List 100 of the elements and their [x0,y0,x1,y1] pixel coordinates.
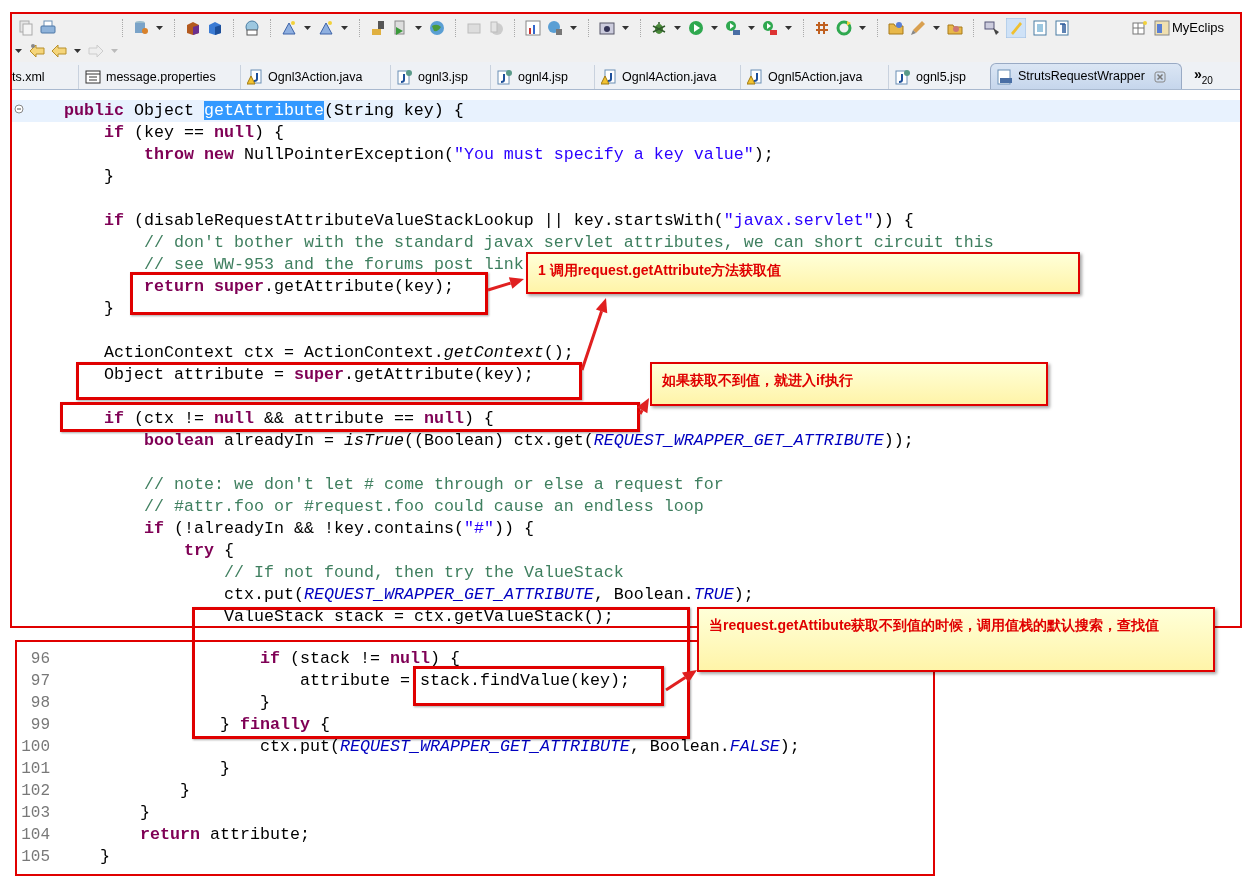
dropdown-caret-icon[interactable] [569,24,578,32]
refresh-icon[interactable] [836,20,852,36]
line-number: 102 [20,781,50,802]
jsp-file-icon [397,69,413,85]
line-number: 105 [20,847,50,868]
code-line: ctx.put(REQUEST_WRAPPER_GET_ATTRIBUTE, Boolean.TRUE); [224,584,754,606]
code-line: if (ctx != null && attribute == null) { [104,408,494,430]
code-line: // If not found, then try the ValueStack [224,562,624,584]
file-tab[interactable]: StrutsRequestWrapper [990,63,1182,89]
pilcrow-icon[interactable] [1054,20,1070,36]
brush-icon[interactable] [910,20,926,36]
code-line: if (!alreadyIn && !key.contains("#")) { [144,518,534,540]
back-icon[interactable] [51,43,67,59]
disabled-icon [466,20,482,36]
code-line: return attribute; [140,824,310,846]
file-tab[interactable]: ognl5.jsp [888,65,986,89]
jsp-file-icon [895,69,911,85]
code-line: // don't bother with the standard javax servlet attributes, we can short circuit this [144,232,994,254]
code-line: ValueStack stack = ctx.getValueStack(); [224,606,614,626]
perspective-label[interactable]: MyEclips [1172,18,1224,38]
class-file-icon [997,68,1013,85]
dropdown-caret-icon[interactable] [414,24,423,32]
dropdown-caret-icon[interactable] [73,47,82,55]
debug-icon[interactable] [651,20,667,36]
code-line: public Object getAttribute(String key) { [64,100,464,122]
jsp-file-icon [497,69,513,85]
camera-icon[interactable] [599,20,615,36]
run-icon[interactable] [688,20,704,36]
wizard-icon[interactable] [281,20,297,36]
code-line: if (stack != null) { [260,648,460,670]
file-tab[interactable]: Ognl5Action.java [740,65,884,89]
arrow [665,670,697,692]
chart-icon[interactable] [525,20,541,36]
disabled-icon [488,20,504,36]
back-icon[interactable] [29,43,45,59]
print-icon[interactable] [40,20,56,36]
close-icon[interactable] [1153,70,1166,83]
run-icon[interactable] [762,20,778,36]
line-number: 97 [29,671,50,692]
wizard-icon[interactable] [318,20,334,36]
file-tab[interactable]: ts.xml [12,65,74,89]
line-number: 96 [29,649,50,670]
file-tab[interactable]: Ognl3Action.java [240,65,386,89]
line-number: 101 [20,759,50,780]
dropdown-caret-icon[interactable] [784,24,793,32]
line-number: 103 [20,803,50,824]
code-line: try { [184,540,235,562]
code-line: // see WW-953 and the forums post link [144,254,524,276]
file-tab[interactable]: Ognl4Action.java [594,65,736,89]
code-line: throw new NullPointerException("You must specify a key value"); [144,144,774,166]
folder-icon[interactable] [888,20,904,36]
line-number: 104 [20,825,50,846]
run-icon[interactable] [725,20,741,36]
code-line: return super.getAttribute(key); [144,276,454,298]
code-line: Object attribute = super.getAttribute(key); [104,364,534,386]
dropdown-caret-icon[interactable] [303,24,312,32]
dropdown-caret-icon[interactable] [747,24,756,32]
code-line: boolean alreadyIn = isTrue((Boolean) ctx.get(REQUEST_WRAPPER_GET_ATTRIBUTE)); [144,430,914,452]
code-line: } [104,298,114,320]
dropdown-caret-icon[interactable] [14,47,23,55]
server-icon[interactable] [370,20,386,36]
database-icon[interactable] [133,20,149,36]
list-file-icon [85,69,101,85]
code-line: } [100,846,110,868]
java-warning-icon [247,69,263,85]
collapse-icon[interactable] [14,104,24,114]
callout-note: 1 调用request.getAttribute方法获取值 [526,252,1080,294]
dropdown-caret-icon[interactable] [673,24,682,32]
code-line: // #attr.foo or #request.foo could cause an endless loop [144,496,704,518]
code-line: if (key == null) { [104,122,284,144]
forward-icon [88,43,104,59]
dropdown-caret-icon[interactable] [710,24,719,32]
code-line: attribute = stack.findValue(key); [300,670,630,692]
code-line: ActionContext ctx = ActionContext.getContext(); [104,342,574,364]
dropdown-caret-icon [110,47,119,55]
arrow [487,277,524,292]
file-tab[interactable]: message.properties [78,65,236,89]
dropdown-caret-icon[interactable] [340,24,349,32]
cube-icon[interactable] [207,20,223,36]
code-line: } finally { [220,714,330,736]
callout-note: 如果获取不到值，就进入if执行 [650,362,1048,406]
code-line: } [140,802,150,824]
callout-note: 当request.getAttibute获取不到值的时候，调用值栈的默认搜索，查找值 [697,607,1215,672]
cube-icon[interactable] [185,20,201,36]
dropdown-caret-icon[interactable] [858,24,867,32]
grid-icon[interactable] [814,20,830,36]
java-warning-icon [747,69,763,85]
code-line: } [104,166,114,188]
open-perspective-icon[interactable] [1132,20,1148,36]
dropdown-caret-icon[interactable] [621,24,630,32]
perspective-icon[interactable] [1154,20,1170,36]
code-line: } [220,758,231,780]
dropdown-caret-icon[interactable] [932,24,941,32]
file-tab[interactable]: ognl4.jsp [490,65,590,89]
line-number: 100 [20,737,50,758]
arrow [636,398,649,415]
dropdown-caret-icon[interactable] [155,24,164,32]
deploy-icon[interactable] [392,20,408,36]
file-tab[interactable]: ognl3.jsp [390,65,486,89]
code-line: } [260,692,271,714]
